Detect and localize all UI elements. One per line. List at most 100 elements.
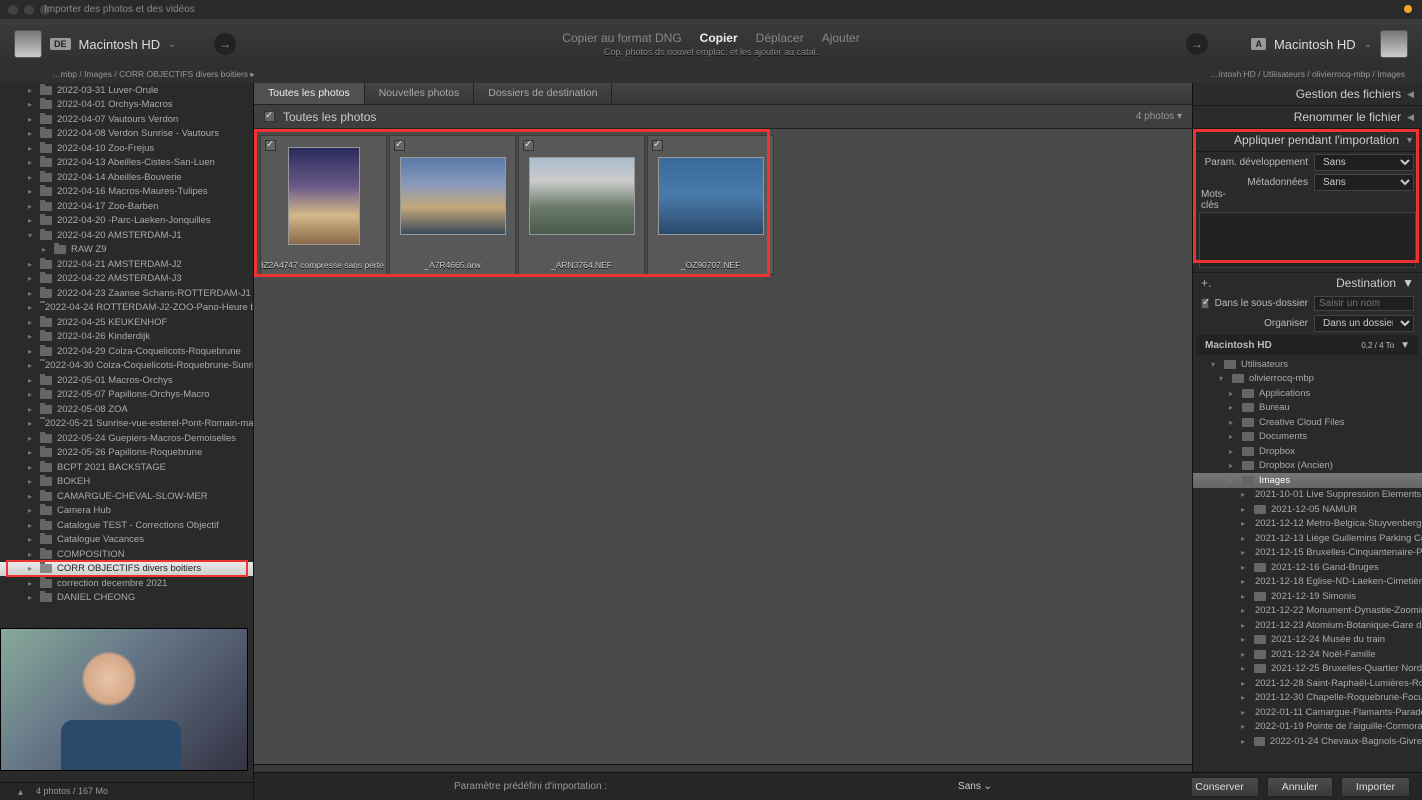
tree-item[interactable]: ▸2022-04-17 Zoo-Barben: [0, 199, 253, 214]
disclosure-icon[interactable]: ▸: [1229, 403, 1237, 412]
disclosure-icon[interactable]: ▸: [28, 564, 32, 573]
close-icon[interactable]: [8, 5, 18, 15]
tree-item[interactable]: ▸BOKEH: [0, 475, 253, 490]
tree-item[interactable]: ▸2022-04-21 AMSTERDAM-J2: [0, 257, 253, 272]
plus-icon[interactable]: +.: [1201, 276, 1211, 290]
disclosure-icon[interactable]: ▸: [1241, 505, 1249, 514]
disclosure-icon[interactable]: ▸: [1241, 606, 1245, 615]
tree-item[interactable]: ▸2022-05-24 Guepiers-Macros-Demoiselles: [0, 431, 253, 446]
disclosure-icon[interactable]: ▸: [28, 303, 32, 312]
disclosure-icon[interactable]: ▸: [1241, 722, 1245, 731]
source-arrow-icon[interactable]: →: [214, 33, 236, 55]
tree-item[interactable]: ▸2022-05-07 Papillons-Orchys-Macro: [0, 388, 253, 403]
disclosure-icon[interactable]: ▸: [1241, 679, 1245, 688]
disclosure-icon[interactable]: ▸: [28, 216, 32, 225]
disclosure-icon[interactable]: ▸: [1229, 447, 1237, 456]
dest-arrow-icon[interactable]: →: [1186, 33, 1208, 55]
dest-tree-item[interactable]: ▸2021-10-01 Live Suppression Elements in…: [1193, 488, 1422, 503]
tree-item[interactable]: ▸2022-04-20 -Parc-Laeken-Jonquilles: [0, 214, 253, 229]
toggle-all-checkbox[interactable]: [264, 111, 275, 122]
disclosure-icon[interactable]: ▸: [1229, 461, 1237, 470]
tree-item[interactable]: ▸2022-04-23 Zaanse Schans-ROTTERDAM-J1: [0, 286, 253, 301]
dest-tree-item[interactable]: ▸2022-01-11 Camargue-Flamants-Parade: [1193, 705, 1422, 720]
disclosure-icon[interactable]: ▸: [1229, 418, 1237, 427]
disclosure-icon[interactable]: ▸: [28, 318, 32, 327]
source-picker[interactable]: DE Macintosh HD ⌄ →: [0, 30, 250, 58]
disclosure-icon[interactable]: ▸: [28, 86, 32, 95]
dest-tree-item[interactable]: ▸Bureau: [1193, 401, 1422, 416]
disclosure-icon[interactable]: ▸: [28, 260, 32, 269]
dest-tree-item[interactable]: ▸Dropbox: [1193, 444, 1422, 459]
disclosure-icon[interactable]: ▸: [1241, 650, 1249, 659]
dest-tree-item[interactable]: ▸2021-12-25 Bruxelles-Quartier Nord: [1193, 662, 1422, 677]
disclosure-icon[interactable]: ▸: [1241, 563, 1249, 572]
disclosure-icon[interactable]: ▾: [1219, 374, 1227, 383]
volume-row[interactable]: Macintosh HD 0,2 / 4 To ▼: [1197, 335, 1418, 355]
dest-tree-item[interactable]: ▸2021-12-24 Musée du train: [1193, 633, 1422, 648]
dest-breadcrumb[interactable]: …intosh HD / Utilisateurs / olivierrocq-…: [1192, 69, 1422, 83]
disclosure-icon[interactable]: ▸: [1241, 635, 1249, 644]
tab-new-photos[interactable]: Nouvelles photos: [365, 83, 475, 104]
dest-tree-item[interactable]: ▸2021-12-13 Liège Guillemins Parking Com…: [1193, 531, 1422, 546]
tree-item[interactable]: ▸2022-04-26 Kinderdijk: [0, 330, 253, 345]
dest-tree-item[interactable]: ▸2021-12-23 Atomium-Botanique-Gare du No…: [1193, 618, 1422, 633]
tree-item[interactable]: ▸2022-04-14 Abeilles-Bouverie: [0, 170, 253, 185]
tree-item[interactable]: ▸2022-04-10 Zoo-Frejus: [0, 141, 253, 156]
disclosure-icon[interactable]: ▸: [28, 492, 32, 501]
disclosure-icon[interactable]: ▸: [28, 390, 32, 399]
disclosure-icon[interactable]: ▸: [28, 405, 32, 414]
tab-all-photos[interactable]: Toutes les photos: [254, 83, 365, 104]
disclosure-icon[interactable]: ▸: [28, 535, 32, 544]
tree-item[interactable]: ▸2022-04-13 Abeilles-Cistes-San-Luen: [0, 156, 253, 171]
disclosure-icon[interactable]: ▾: [1211, 360, 1219, 369]
tree-item[interactable]: ▸2022-04-24 ROTTERDAM-J2-ZOO-Pano-Heure …: [0, 301, 253, 316]
dest-tree-item[interactable]: ▸2021-12-24 Noël-Famille: [1193, 647, 1422, 662]
tree-item[interactable]: ▸2022-04-16 Macros-Maures-Tulipes: [0, 185, 253, 200]
dest-tree-item[interactable]: ▸Creative Cloud Files: [1193, 415, 1422, 430]
disclosure-icon[interactable]: ▸: [1241, 693, 1245, 702]
disclosure-icon[interactable]: ▸: [28, 593, 32, 602]
tree-item[interactable]: ▸correction decembre 2021: [0, 576, 253, 591]
disclosure-icon[interactable]: ▸: [28, 521, 32, 530]
disclosure-icon[interactable]: ▸: [28, 144, 32, 153]
disclosure-icon[interactable]: ▸: [28, 332, 32, 341]
source-breadcrumb[interactable]: …mbp / Images / CORR OBJECTIFS divers bo…: [0, 69, 254, 83]
tree-item[interactable]: ▸2022-05-01 Macros-Orchys: [0, 373, 253, 388]
destination-picker[interactable]: → A Macintosh HD ⌄: [1172, 30, 1422, 58]
tree-item[interactable]: ▸CAMARGUE-CHEVAL-SLOW-MER: [0, 489, 253, 504]
dest-tree-item[interactable]: ▸Applications: [1193, 386, 1422, 401]
subfolder-checkbox[interactable]: [1201, 298, 1209, 309]
action-add[interactable]: Ajouter: [822, 31, 860, 45]
tree-item[interactable]: ▸2022-04-08 Verdon Sunrise - Vautours: [0, 127, 253, 142]
tree-item[interactable]: ▸Catalogue Vacances: [0, 533, 253, 548]
disclosure-icon[interactable]: ▸: [1229, 389, 1237, 398]
dest-tree-item[interactable]: ▸Dropbox (Ancien): [1193, 459, 1422, 474]
disclosure-icon[interactable]: ▸: [28, 187, 32, 196]
action-copy-dng[interactable]: Copier au format DNG: [562, 31, 681, 45]
dest-tree-item[interactable]: ▸2021-12-12 Metro-Belgica-Stuyvenbergh E…: [1193, 517, 1422, 532]
disclosure-icon[interactable]: ▸: [1241, 592, 1249, 601]
thumbnail-grid[interactable]: IZ2A4747 compresse sans perte 3.CR3 _A7R…: [254, 129, 1192, 764]
dest-tree-item[interactable]: ▸2021-12-19 Simonis: [1193, 589, 1422, 604]
dest-tree-item[interactable]: ▸2021-12-05 NAMUR: [1193, 502, 1422, 517]
tree-item[interactable]: ▸2022-04-22 AMSTERDAM-J3: [0, 272, 253, 287]
disclosure-icon[interactable]: ▸: [28, 419, 32, 428]
disclosure-icon[interactable]: ▸: [28, 376, 32, 385]
rename-file-header[interactable]: Renommer le fichier◀: [1193, 106, 1422, 129]
dest-tree-item[interactable]: ▸Documents: [1193, 430, 1422, 445]
dest-tree-item[interactable]: ▸2021-12-22 Monument-Dynastie-Zooming-At…: [1193, 604, 1422, 619]
disclosure-icon[interactable]: ▸: [28, 347, 32, 356]
dest-tree-item[interactable]: ▸2021-12-30 Chapelle-Roquebrune-Focus St…: [1193, 691, 1422, 706]
dest-tree-item[interactable]: ▾olivierrocq-mbp: [1193, 372, 1422, 387]
dest-tree-item[interactable]: ▸2021-12-28 Saint-Raphaël-Lumières-Roue: [1193, 676, 1422, 691]
tree-item[interactable]: ▸2022-04-29 Colza-Coquelicots-Roquebrune: [0, 344, 253, 359]
disclosure-icon[interactable]: ▸: [28, 129, 32, 138]
destination-header[interactable]: +. Destination▼: [1193, 272, 1422, 293]
disclosure-icon[interactable]: ▸: [28, 361, 32, 370]
dest-tree-item[interactable]: ▸2021-12-18 Eglise-ND-Laeken-Cimetière-C…: [1193, 575, 1422, 590]
disclosure-icon[interactable]: ▸: [1241, 548, 1245, 557]
expand-icon[interactable]: ▴: [18, 787, 23, 798]
disclosure-icon[interactable]: ▸: [28, 289, 32, 298]
disclosure-icon[interactable]: ▸: [28, 173, 32, 182]
tree-item[interactable]: ▸2022-04-01 Orchys-Macros: [0, 98, 253, 113]
